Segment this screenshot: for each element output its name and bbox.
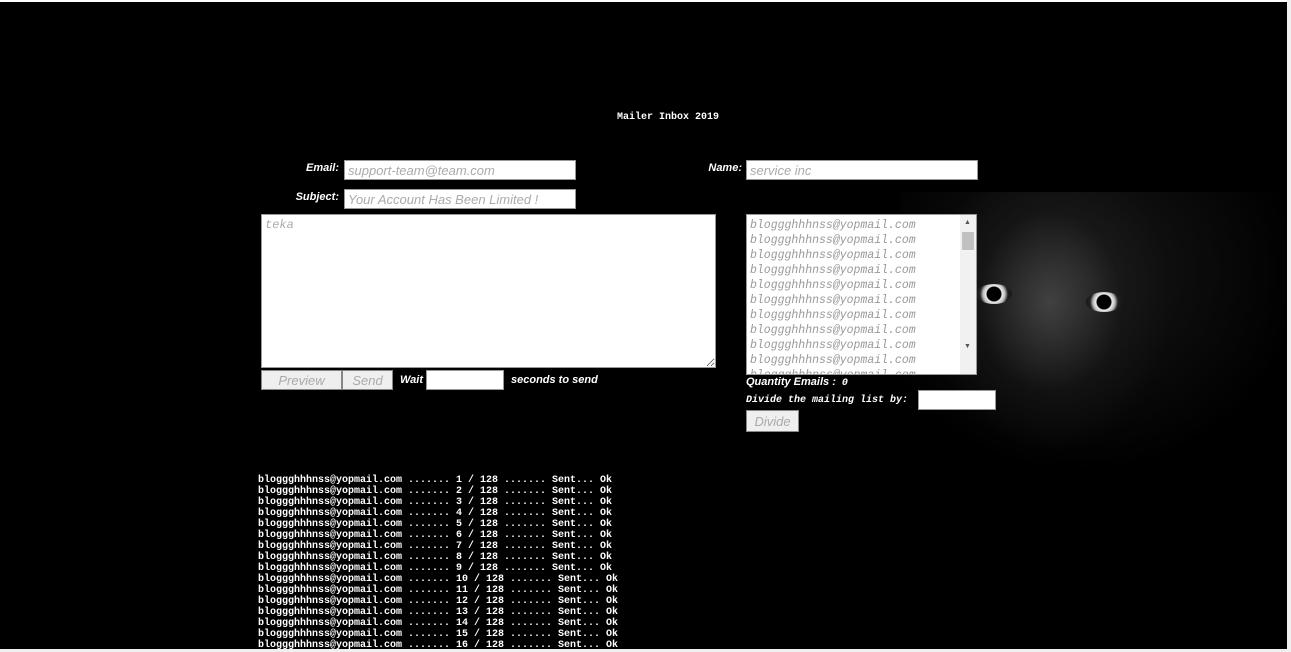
divide-count-input[interactable]	[918, 390, 996, 410]
right-eye-shape	[1086, 292, 1122, 312]
scroll-down-arrow-icon[interactable]: ▼	[964, 343, 971, 350]
left-eye-shape	[976, 284, 1012, 304]
mailing-list-textarea[interactable]: bloggghhhnss@yopmail.com bloggghhhnss@yop…	[746, 214, 977, 375]
log-line: bloggghhhnss@yopmail.com ....... 12 / 12…	[258, 596, 619, 607]
log-line: bloggghhhnss@yopmail.com ....... 16 / 12…	[258, 640, 619, 649]
mailing-list-entry: bloggghhhnss@yopmail.com	[750, 309, 916, 322]
quantity-emails-text: Quantity Emails :	[746, 376, 836, 388]
mailing-list-entries: bloggghhhnss@yopmail.com bloggghhhnss@yop…	[747, 215, 976, 374]
preview-button[interactable]: Preview	[261, 370, 342, 390]
name-label: Name:	[708, 162, 742, 174]
log-line: bloggghhhnss@yopmail.com ....... 9 / 128…	[258, 563, 613, 574]
page-title: Mailer Inbox 2019	[617, 112, 720, 123]
log-line: bloggghhhnss@yopmail.com ....... 11 / 12…	[258, 585, 619, 596]
divide-button[interactable]: Divide	[746, 410, 799, 432]
wait-label: Wait	[400, 374, 424, 386]
mailing-list-entry: bloggghhhnss@yopmail.com	[750, 234, 916, 247]
log-line: bloggghhhnss@yopmail.com ....... 1 / 128…	[258, 475, 613, 486]
mailing-list-entry: bloggghhhnss@yopmail.com	[750, 219, 916, 232]
log-line: bloggghhhnss@yopmail.com ....... 8 / 128…	[258, 552, 613, 563]
message-body-textarea[interactable]	[261, 214, 716, 368]
page-scrollbar[interactable]	[1287, 0, 1291, 652]
mailing-list-entry: bloggghhhnss@yopmail.com	[750, 339, 916, 352]
log-line: bloggghhhnss@yopmail.com ....... 4 / 128…	[258, 508, 613, 519]
mailer-page: Mailer Inbox 2019 Email: Name: Subject: …	[0, 2, 1287, 649]
subject-field[interactable]	[344, 189, 576, 209]
scroll-up-arrow-icon[interactable]: ▲	[964, 219, 971, 226]
log-line: bloggghhhnss@yopmail.com ....... 15 / 12…	[258, 629, 619, 640]
log-line: bloggghhhnss@yopmail.com ....... 14 / 12…	[258, 618, 619, 629]
log-line: bloggghhhnss@yopmail.com ....... 13 / 12…	[258, 607, 619, 618]
log-line: bloggghhhnss@yopmail.com ....... 6 / 128…	[258, 530, 613, 541]
divide-label: Divide the mailing list by:	[746, 395, 909, 406]
mailing-list-entry: bloggghhhnss@yopmail.com	[750, 324, 916, 337]
mailing-list-scrollbar[interactable]: ▲ ▼	[960, 215, 976, 374]
scroll-thumb[interactable]	[962, 232, 974, 250]
email-field[interactable]	[344, 160, 576, 180]
log-line: bloggghhhnss@yopmail.com ....... 10 / 12…	[258, 574, 619, 585]
quantity-emails-value: 0	[841, 378, 848, 389]
mailing-list-entry: bloggghhhnss@yopmail.com	[750, 249, 916, 262]
log-line: bloggghhhnss@yopmail.com ....... 2 / 128…	[258, 486, 613, 497]
mailing-list-entry: bloggghhhnss@yopmail.com	[750, 294, 916, 307]
name-field[interactable]	[746, 160, 978, 180]
log-line: bloggghhhnss@yopmail.com ....... 7 / 128…	[258, 541, 613, 552]
subject-label: Subject:	[295, 191, 339, 203]
mailing-list-entry: bloggghhhnss@yopmail.com	[750, 354, 916, 367]
seconds-to-send-label: seconds to send	[511, 374, 598, 386]
quantity-emails-label: Quantity Emails : 0	[746, 376, 848, 389]
send-button[interactable]: Send	[342, 370, 393, 390]
log-line: bloggghhhnss@yopmail.com ....... 5 / 128…	[258, 519, 613, 530]
mailing-list-entry: bloggghhhnss@yopmail.com	[750, 264, 916, 277]
mailing-list-entry: bloggghhhnss@yopmail.com	[750, 279, 916, 292]
send-log: bloggghhhnss@yopmail.com ....... 1 / 128…	[258, 475, 618, 649]
email-label: Email:	[305, 162, 339, 174]
wait-seconds-input[interactable]	[426, 370, 504, 390]
mailing-list-entry: bloggghhhnss@yopmail.com	[750, 368, 976, 374]
log-line: bloggghhhnss@yopmail.com ....... 3 / 128…	[258, 497, 613, 508]
